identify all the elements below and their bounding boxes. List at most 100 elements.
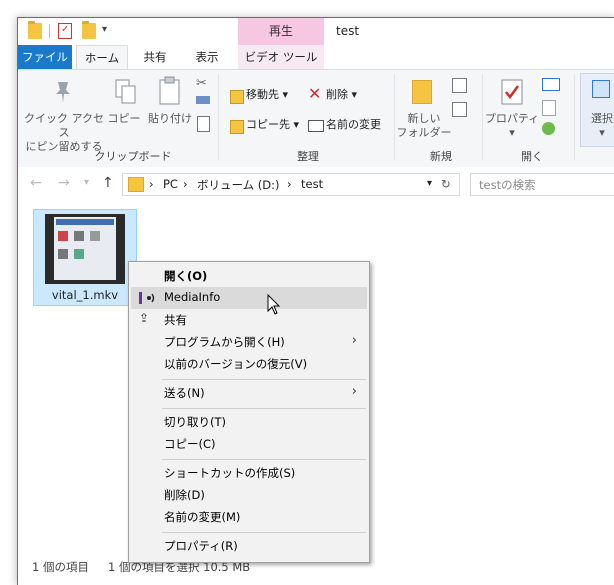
menu-item-copy[interactable]: コピー(C)	[131, 433, 367, 455]
menu-separator	[162, 532, 366, 533]
menu-item-label: 切り取り(T)	[164, 415, 226, 429]
menu-item-cut[interactable]: 切り取り(T)	[131, 411, 367, 433]
tab-video-tools[interactable]: ビデオ ツール	[238, 45, 324, 69]
menu-item-label: 共有	[164, 313, 187, 327]
submenu-arrow-icon: ›	[351, 384, 357, 399]
menu-item-label: MediaInfo	[164, 290, 221, 304]
address-dropdown-icon[interactable]: ▾	[427, 178, 432, 189]
breadcrumb-test[interactable]: test	[301, 177, 323, 191]
forward-arrow-icon[interactable]: →	[58, 175, 70, 191]
chevron-right-icon[interactable]: ›	[183, 177, 188, 191]
chevron-right-icon[interactable]: ›	[149, 177, 154, 191]
delete-icon: ✕	[308, 84, 322, 103]
rename-button[interactable]: 名前の変更	[326, 118, 381, 132]
menu-item-rename[interactable]: 名前の変更(M)	[131, 506, 367, 528]
move-to-icon	[230, 90, 244, 104]
move-to-label: 移動先	[246, 88, 279, 101]
menu-item-label: 開く(O)	[164, 269, 208, 283]
clipboard-group-label: クリップボード	[94, 150, 172, 163]
breadcrumb-pc[interactable]: PC	[163, 177, 178, 191]
organize-group-label: 整理	[297, 150, 319, 163]
properties-button[interactable]: プロパティ ▾	[484, 112, 540, 140]
video-thumbnail	[45, 214, 125, 284]
menu-item-restore-versions[interactable]: 以前のバージョンの復元(V)	[131, 353, 367, 375]
navigation-bar: ← → ▾ ↑ › PC › ボリューム (D:) › test ▾ ↻ tes…	[18, 167, 614, 201]
select-icon	[592, 80, 610, 98]
up-arrow-icon[interactable]: ↑	[102, 175, 114, 191]
new-folder-icon	[412, 80, 432, 104]
easy-access-icon[interactable]	[452, 102, 467, 117]
menu-item-create-shortcut[interactable]: ショートカットの作成(S)	[131, 462, 367, 484]
history-icon[interactable]	[542, 122, 555, 135]
tab-home[interactable]: ホーム	[76, 45, 128, 70]
copy-to-button[interactable]: コピー先 ▾	[246, 118, 299, 132]
cut-icon[interactable]: ✂	[196, 76, 207, 91]
file-name: vital_1.mkv	[51, 288, 119, 302]
move-to-button[interactable]: 移動先 ▾	[246, 88, 288, 102]
mediainfo-icon	[139, 292, 155, 304]
new-item-icon[interactable]	[452, 78, 467, 93]
paste-button[interactable]: 貼り付け	[146, 112, 194, 126]
properties-quick-icon[interactable]	[58, 23, 72, 39]
file-item[interactable]: vital_1.mkv	[33, 209, 137, 306]
menu-item-open[interactable]: 開く(O)	[131, 265, 367, 287]
tab-file[interactable]: ファイル	[18, 45, 72, 69]
share-icon: ⇪	[139, 311, 150, 325]
copy-to-icon	[230, 120, 244, 134]
select-text: 選択	[591, 112, 613, 125]
delete-label: 削除	[326, 88, 348, 101]
title-bar: ▾ 再生 test	[18, 18, 614, 45]
tab-share[interactable]: 共有	[134, 45, 176, 69]
tab-view[interactable]: 表示	[186, 45, 228, 69]
window-title: test	[336, 24, 360, 38]
menu-item-label: プロパティ(R)	[164, 539, 238, 553]
new-folder-quick-icon[interactable]	[82, 21, 96, 39]
delete-button[interactable]: 削除 ▾	[326, 88, 357, 102]
menu-separator	[162, 408, 366, 409]
copy-button[interactable]: コピー	[106, 112, 142, 126]
menu-item-properties[interactable]: プロパティ(R)	[131, 535, 367, 557]
back-arrow-icon[interactable]: ←	[30, 175, 42, 191]
item-count: 1 個の項目	[32, 560, 89, 574]
pin-icon	[56, 82, 70, 103]
menu-separator	[162, 459, 366, 460]
properties-icon	[501, 79, 523, 105]
copy-to-label: コピー先	[246, 118, 290, 131]
menu-item-label: 名前の変更(M)	[164, 510, 241, 524]
menu-item-send-to[interactable]: 送る(N) ›	[131, 382, 367, 404]
copy-path-icon[interactable]	[196, 96, 210, 104]
menu-item-share[interactable]: ⇪ 共有	[131, 309, 367, 331]
copy-icon	[115, 79, 136, 104]
menu-item-label: 送る(N)	[164, 386, 205, 400]
properties-label: プロパティ	[484, 112, 540, 125]
group-divider	[574, 74, 575, 160]
open-icon[interactable]	[542, 78, 560, 91]
thumbnail-screen	[54, 217, 116, 280]
title-divider	[49, 24, 50, 38]
paste-shortcut-icon[interactable]	[197, 116, 210, 132]
context-menu: 開く(O) MediaInfo ⇪ 共有 プログラムから開く(H) › 以前のバ…	[128, 261, 370, 563]
menu-item-label: ショートカットの作成(S)	[164, 466, 296, 480]
menu-item-open-with[interactable]: プログラムから開く(H) ›	[131, 331, 367, 353]
ribbon: クイック アクセス にピン留めする コピー 貼り付け ✂ クリップボード 移動先…	[18, 69, 614, 168]
submenu-arrow-icon: ›	[351, 333, 357, 348]
edit-icon[interactable]	[542, 100, 556, 116]
paste-icon	[159, 76, 180, 105]
menu-item-mediainfo[interactable]: MediaInfo	[131, 287, 367, 309]
menu-item-delete[interactable]: 削除(D)	[131, 484, 367, 506]
search-placeholder: testの検索	[479, 178, 536, 192]
group-divider	[482, 74, 483, 160]
group-divider	[394, 74, 395, 160]
ribbon-tabs: ファイル ホーム 共有 表示 ビデオ ツール	[18, 45, 614, 70]
recent-locations-icon[interactable]: ▾	[84, 177, 89, 188]
new-group-label: 新規	[430, 150, 452, 163]
new-folder-button[interactable]: 新しい フォルダー	[396, 112, 452, 140]
chevron-right-icon[interactable]: ›	[287, 177, 292, 191]
refresh-icon[interactable]: ↻	[441, 177, 451, 191]
customize-quick-access-icon[interactable]: ▾	[102, 24, 107, 35]
search-box[interactable]: testの検索	[470, 173, 614, 196]
address-bar[interactable]: › PC › ボリューム (D:) › test ▾ ↻	[122, 173, 460, 196]
menu-item-label: プログラムから開く(H)	[164, 335, 285, 349]
contextual-tab-play: 再生	[238, 18, 324, 45]
breadcrumb-volume[interactable]: ボリューム (D:)	[197, 177, 280, 193]
